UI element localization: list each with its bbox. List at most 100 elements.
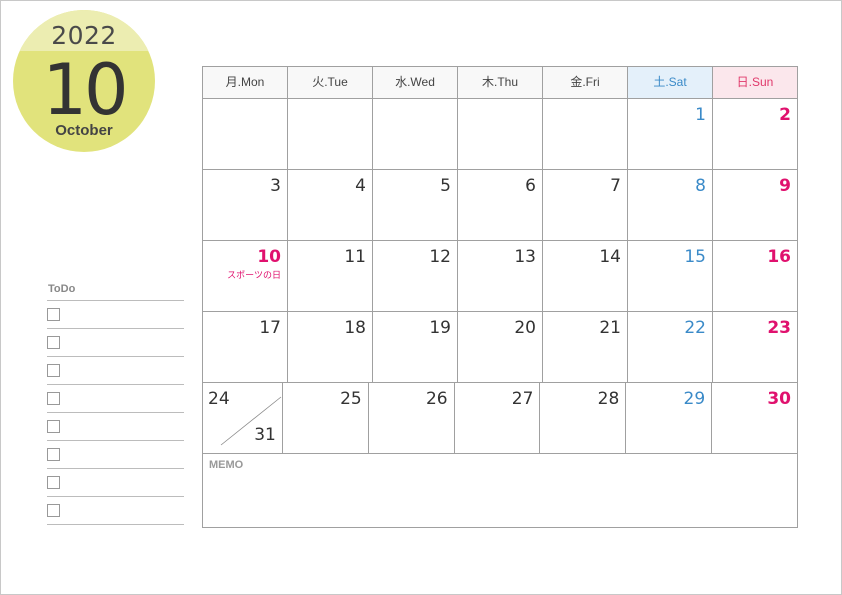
- weekday-header-tue: 火.Tue: [288, 67, 373, 98]
- memo-area[interactable]: MEMO: [203, 454, 797, 530]
- holiday-name: スポーツの日: [227, 270, 281, 280]
- day-number: 12: [429, 247, 451, 267]
- day-cell-2[interactable]: 2: [713, 99, 797, 169]
- day-cell-16[interactable]: 16: [713, 241, 797, 311]
- todo-item: [47, 413, 184, 441]
- day-number: 8: [695, 176, 706, 196]
- todo-checkbox[interactable]: [47, 420, 60, 433]
- todo-item: [47, 497, 184, 525]
- day-number: 22: [684, 318, 706, 338]
- day-cell-1[interactable]: 1: [628, 99, 713, 169]
- todo-checkbox[interactable]: [47, 336, 60, 349]
- month-name: October: [55, 122, 113, 139]
- todo-item: [47, 441, 184, 469]
- day-cell-30[interactable]: 30: [712, 383, 797, 453]
- day-cell-12[interactable]: 12: [373, 241, 458, 311]
- month-badge: 2022 10 October: [13, 10, 155, 152]
- weekday-header-sat: 土.Sat: [628, 67, 713, 98]
- empty-day-cell[interactable]: [203, 99, 288, 169]
- todo-checkbox[interactable]: [47, 504, 60, 517]
- month-number: 10: [42, 49, 128, 131]
- weekday-header-fri: 金.Fri: [543, 67, 628, 98]
- day-cell-5[interactable]: 5: [373, 170, 458, 240]
- empty-day-cell[interactable]: [373, 99, 458, 169]
- weekday-header-wed: 水.Wed: [373, 67, 458, 98]
- empty-day-cell[interactable]: [543, 99, 628, 169]
- day-number: 23: [767, 318, 791, 338]
- day-cell-4[interactable]: 4: [288, 170, 373, 240]
- todo-checkbox[interactable]: [47, 448, 60, 461]
- year-label: 2022: [51, 21, 117, 50]
- day-number: 18: [344, 318, 366, 338]
- day-number: 10: [257, 247, 281, 267]
- todo-list: ToDo: [47, 283, 184, 525]
- day-cell-10[interactable]: 10 スポーツの日: [203, 241, 288, 311]
- day-cell-23[interactable]: 23: [713, 312, 797, 382]
- day-number: 21: [599, 318, 621, 338]
- todo-checkbox[interactable]: [47, 364, 60, 377]
- week-row: 12: [203, 99, 797, 170]
- todo-item: [47, 469, 184, 497]
- empty-day-cell[interactable]: [458, 99, 543, 169]
- day-number: 13: [514, 247, 536, 267]
- day-cell-14[interactable]: 14: [543, 241, 628, 311]
- day-number: 28: [597, 389, 620, 409]
- day-cell-22[interactable]: 22: [628, 312, 713, 382]
- day-cell-21[interactable]: 21: [543, 312, 628, 382]
- day-number: 30: [767, 389, 792, 409]
- day-number: 19: [429, 318, 451, 338]
- day-cell-26[interactable]: 26: [369, 383, 455, 453]
- day-number: 17: [259, 318, 281, 338]
- day-cell-11[interactable]: 11: [288, 241, 373, 311]
- memo-label: MEMO: [209, 459, 244, 471]
- weekday-header-sun: 日.Sun: [713, 67, 797, 98]
- todo-item: [47, 357, 184, 385]
- day-cell-25[interactable]: 25: [283, 383, 369, 453]
- day-number: 24: [208, 389, 230, 409]
- day-cell-3[interactable]: 3: [203, 170, 288, 240]
- day-number: 5: [440, 176, 451, 196]
- calendar-grid: 月.Mon 火.Tue 水.Wed 木.Thu 金.Fri 土.Sat 日.Sun 1234…: [202, 66, 798, 528]
- day-number: 16: [767, 247, 791, 267]
- day-number: 20: [514, 318, 536, 338]
- weekday-header-mon: 月.Mon: [203, 67, 288, 98]
- day-cell-19[interactable]: 19: [373, 312, 458, 382]
- todo-checkbox[interactable]: [47, 308, 60, 321]
- todo-title: ToDo: [48, 283, 76, 295]
- day-number: 1: [695, 105, 706, 125]
- week-row: 3 4 5 6 7 8 9: [203, 170, 797, 241]
- todo-item: [47, 301, 184, 329]
- week-row: 10 スポーツの日 11 12 13 14 15 16: [203, 241, 797, 312]
- day-cell-24[interactable]: 24 31: [203, 383, 283, 453]
- todo-checkbox[interactable]: [47, 476, 60, 489]
- day-number: 3: [270, 176, 281, 196]
- day-cell-28[interactable]: 28: [540, 383, 627, 453]
- day-number: 26: [425, 389, 448, 409]
- day-cell-27[interactable]: 27: [455, 383, 541, 453]
- day-cell-7[interactable]: 7: [543, 170, 628, 240]
- day-number: 27: [511, 389, 534, 409]
- todo-item: [47, 329, 184, 357]
- day-cell-18[interactable]: 18: [288, 312, 373, 382]
- todo-checkbox[interactable]: [47, 392, 60, 405]
- day-cell-9[interactable]: 9: [713, 170, 797, 240]
- day-cell-20[interactable]: 20: [458, 312, 543, 382]
- day-number: 14: [599, 247, 621, 267]
- week-row: 17 18 19 20 21 22 23: [203, 312, 797, 383]
- empty-day-cell[interactable]: [288, 99, 373, 169]
- day-cell-8[interactable]: 8: [628, 170, 713, 240]
- weekday-header-row: 月.Mon 火.Tue 水.Wed 木.Thu 金.Fri 土.Sat 日.Sun: [203, 67, 797, 99]
- day-number: 4: [355, 176, 366, 196]
- day-cell-15[interactable]: 15: [628, 241, 713, 311]
- day-cell-17[interactable]: 17: [203, 312, 288, 382]
- day-number: 2: [779, 105, 791, 125]
- day-number: 15: [684, 247, 706, 267]
- day-number: 7: [610, 176, 621, 196]
- day-cell-29[interactable]: 29: [626, 383, 713, 453]
- day-cell-13[interactable]: 13: [458, 241, 543, 311]
- day-number: 6: [525, 176, 536, 196]
- day-cell-6[interactable]: 6: [458, 170, 543, 240]
- day-number: 31: [254, 425, 276, 445]
- week-row: 24 31 25 26 27 28 29 30: [203, 383, 797, 454]
- weekday-header-thu: 木.Thu: [458, 67, 543, 98]
